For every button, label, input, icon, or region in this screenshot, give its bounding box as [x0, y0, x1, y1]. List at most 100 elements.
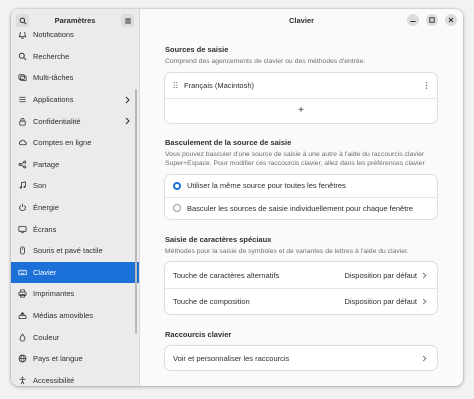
switching-card: Utiliser la même source pour toutes les … — [165, 174, 437, 219]
close-button[interactable] — [445, 14, 457, 26]
window-controls — [407, 14, 457, 26]
sidebar-item-label: Son — [33, 181, 47, 191]
input-sources-desc: Comprend des agencements de clavier ou d… — [165, 58, 366, 65]
switching-title: Basculement de la source de saisie — [165, 137, 292, 147]
lock-icon — [17, 116, 27, 126]
more-options-button[interactable] — [424, 81, 429, 89]
sidebar-item-color[interactable]: Couleur — [11, 326, 139, 348]
minimize-button[interactable] — [407, 14, 419, 26]
radio-same-source[interactable] — [173, 181, 181, 190]
sidebar-item-accessibility[interactable]: Accessibilité — [11, 370, 139, 387]
sidebar-scrollbar[interactable] — [135, 89, 137, 334]
removable-media-icon — [17, 311, 27, 321]
alternate-chars-key-value: Disposition par défaut — [344, 270, 417, 280]
sidebar-item-lock[interactable]: Confidentialité — [11, 110, 139, 132]
mouse-icon — [17, 246, 27, 256]
sidebar-item-share[interactable]: Partage — [11, 154, 139, 176]
sidebar-item-online-accounts[interactable]: Comptes en ligne — [11, 132, 139, 154]
shortcuts-card: Voir et personnaliser les raccourcis — [165, 346, 437, 370]
page-title: Clavier — [288, 16, 315, 25]
sidebar-item-label: Accessibilité — [33, 375, 75, 385]
shortcuts-title: Raccourcis clavier — [165, 330, 232, 339]
sidebar: Notifications Recherche Multi-tâches Applic… — [11, 9, 140, 386]
maximize-button[interactable] — [426, 14, 438, 26]
minimize-icon — [410, 17, 416, 23]
vertical-ellipsis-icon — [424, 81, 429, 89]
sidebar-item-printer[interactable]: Imprimantes — [11, 283, 139, 305]
sidebar-item-apps[interactable]: Applications — [11, 89, 139, 111]
input-source-label: Français (Macintosh) — [184, 80, 255, 90]
option-per-window[interactable]: Basculer les sources de saisie individue… — [165, 196, 437, 219]
printer-icon — [17, 289, 27, 299]
online-accounts-icon — [17, 138, 27, 148]
sidebar-item-label: Couleur — [33, 332, 60, 342]
alternate-chars-key-value-wrap: Disposition par défaut — [344, 271, 427, 280]
sidebar-item-label: Médias amovibles — [33, 311, 94, 321]
settings-window: Notifications Recherche Multi-tâches Applic… — [11, 9, 463, 386]
search-icon — [17, 51, 27, 61]
sidebar-item-keyboard[interactable]: Clavier — [11, 261, 139, 284]
music-note-icon — [17, 181, 27, 191]
menu-button[interactable] — [121, 14, 134, 27]
view-shortcuts-label: Voir et personnaliser les raccourcis — [173, 353, 290, 363]
sidebar-item-label: Comptes en ligne — [33, 138, 92, 148]
plus-icon: + — [298, 105, 304, 116]
input-sources-title: Sources de saisie — [165, 45, 229, 54]
compose-key-value: Disposition par défaut — [344, 297, 417, 306]
sidebar-item-power[interactable]: Énergie — [11, 197, 139, 219]
compose-key-label: Touche de composition — [173, 297, 250, 306]
color-icon — [17, 332, 27, 342]
input-source-row[interactable]: Français (Macintosh) — [165, 73, 437, 98]
sidebar-header: Paramètres — [11, 9, 139, 32]
sidebar-item-music-note[interactable]: Son — [11, 175, 139, 197]
option-same-source-label: Utiliser la même source pour toutes les … — [187, 181, 346, 190]
sidebar-item-multitasking[interactable]: Multi-tâches — [11, 67, 139, 89]
sidebar-list: Notifications Recherche Multi-tâches Applic… — [11, 24, 139, 386]
sidebar-item-label: Multi-tâches — [33, 73, 74, 83]
chevron-right-icon — [422, 272, 427, 279]
accessibility-icon — [17, 375, 27, 385]
power-icon — [17, 203, 27, 213]
maximize-icon — [429, 17, 435, 23]
compose-key-value-wrap: Disposition par défaut — [344, 297, 427, 306]
close-icon — [448, 17, 454, 23]
chevron-right-icon — [422, 298, 427, 305]
main-header: Clavier — [140, 9, 463, 32]
sidebar-item-globe[interactable]: Pays et langue — [11, 348, 139, 370]
view-shortcuts-row[interactable]: Voir et personnaliser les raccourcis — [165, 346, 437, 370]
sidebar-item-label: Applications — [33, 95, 74, 105]
sidebar-item-removable-media[interactable]: Médias amovibles — [11, 305, 139, 327]
keyboard-settings-content: Sources de saisie Comprend des agencemen… — [165, 45, 437, 370]
sidebar-item-search[interactable]: Recherche — [11, 46, 139, 68]
search-icon — [19, 17, 27, 25]
sidebar-item-label: Pays et langue — [33, 354, 83, 364]
sidebar-item-label: Clavier — [33, 267, 57, 277]
search-button[interactable] — [16, 14, 29, 27]
input-sources-card: Français (Macintosh) + — [165, 72, 437, 123]
drag-handle-icon[interactable] — [173, 81, 178, 89]
switching-desc: Vous pouvez basculer d'une source de sai… — [165, 150, 425, 168]
special-chars-title: Saisie de caractères spéciaux — [165, 234, 272, 244]
sidebar-title: Paramètres — [54, 16, 96, 25]
chevron-right-icon — [125, 96, 131, 104]
sidebar-item-display[interactable]: Écrans — [11, 218, 139, 240]
view-shortcuts-chevron — [422, 355, 427, 362]
sidebar-item-label: Partage — [33, 159, 60, 169]
option-per-window-label: Basculer les sources de saisie individue… — [187, 203, 413, 213]
sidebar-item-label: Écrans — [33, 224, 57, 234]
alternate-chars-key-label: Touche de caractères alternatifs — [173, 270, 280, 280]
radio-per-window[interactable] — [173, 204, 181, 212]
sidebar-item-mouse[interactable]: Souris et pavé tactile — [11, 240, 139, 262]
sidebar-item-label: Recherche — [33, 51, 70, 61]
multitasking-icon — [17, 73, 27, 83]
sidebar-item-label: Souris et pavé tactile — [33, 246, 103, 256]
special-chars-card: Touche de caractères alternatifs Disposi… — [165, 262, 437, 314]
keyboard-icon — [17, 267, 27, 277]
option-same-source[interactable]: Utiliser la même source pour toutes les … — [165, 175, 437, 197]
hamburger-menu-icon — [124, 17, 132, 25]
apps-icon — [17, 95, 27, 105]
alternate-chars-key-row[interactable]: Touche de caractères alternatifs Disposi… — [165, 262, 437, 288]
add-input-source-button[interactable]: + — [165, 97, 437, 123]
chevron-right-icon — [125, 117, 131, 125]
compose-key-row[interactable]: Touche de composition Disposition par dé… — [165, 288, 437, 314]
